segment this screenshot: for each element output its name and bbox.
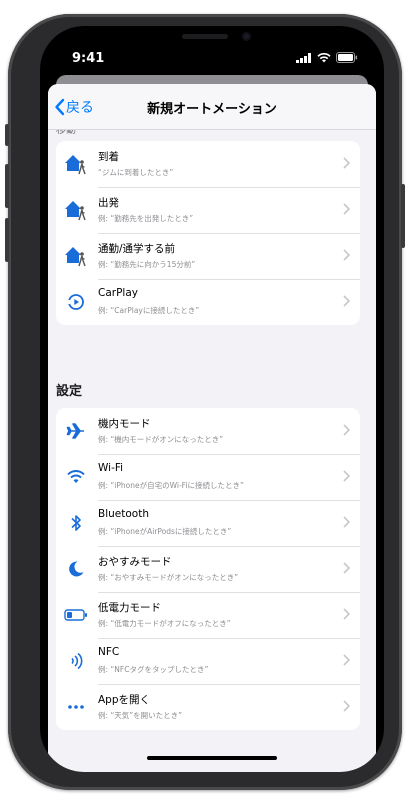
chevron-right-icon xyxy=(343,470,350,482)
item-title: おやすみモード xyxy=(98,556,172,568)
settings-group: 機内モード 例: “機内モードがオンになったとき” Wi-Fi 例: “iPho… xyxy=(56,408,360,730)
item-subtitle: 例: “NFCタグをタップしたとき” xyxy=(98,665,209,674)
item-title: 通勤/通学する前 xyxy=(98,243,176,255)
list-item-do-not-disturb[interactable]: おやすみモード 例: “おやすみモードがオンになったとき” xyxy=(56,546,360,592)
cellular-signal-icon xyxy=(296,52,311,63)
item-title: CarPlay xyxy=(98,287,138,299)
list-item-bluetooth[interactable]: Bluetooth 例: “iPhoneがAirPodsに接続したとき” xyxy=(56,500,360,546)
item-title: 到着 xyxy=(98,151,119,163)
chevron-right-icon xyxy=(343,700,350,712)
item-subtitle: 例: “CarPlayに接続したとき” xyxy=(98,306,200,315)
status-time: 9:41 xyxy=(72,51,105,66)
navigation-bar: 戻る 新規オートメーション xyxy=(48,84,376,130)
item-title: NFC xyxy=(98,646,120,658)
speaker xyxy=(182,34,228,39)
bluetooth-icon xyxy=(64,511,88,535)
item-subtitle: 例: “iPhoneがAirPodsに接続したとき” xyxy=(98,527,232,536)
item-title: Wi-Fi xyxy=(98,462,124,474)
moon-icon xyxy=(64,557,88,581)
item-subtitle: 例: “おやすみモードがオンになったとき” xyxy=(98,573,239,582)
item-title: 低電力モード xyxy=(98,602,161,614)
mute-switch xyxy=(5,124,9,146)
wifi-status-icon xyxy=(317,52,331,62)
list-item-low-power-mode[interactable]: 低電力モード 例: “低電力モードがオフになったとき” xyxy=(56,592,360,638)
modal-sheet: 戻る 新規オートメーション 移動 到着 “ジムに到着したとき” 出発 例: “勤… xyxy=(48,84,376,772)
camera-icon xyxy=(242,32,251,41)
status-icons xyxy=(296,52,358,63)
chevron-right-icon xyxy=(343,562,350,574)
chevron-right-icon xyxy=(343,608,350,620)
travel-group: 到着 “ジムに到着したとき” 出発 例: “勤務先を出発したとき” 通勤/通学す… xyxy=(56,141,360,325)
list-item-airplane-mode[interactable]: 機内モード 例: “機内モードがオンになったとき” xyxy=(56,408,360,454)
more-icon xyxy=(64,695,88,719)
home-person-icon xyxy=(64,244,88,268)
item-subtitle: 例: “iPhoneが自宅のWi-Fiに接続したとき” xyxy=(98,481,244,490)
home-person-icon xyxy=(64,152,88,176)
chevron-right-icon xyxy=(343,157,350,169)
volume-up-button xyxy=(5,164,9,208)
home-person-icon xyxy=(64,198,88,222)
item-subtitle: 例: “天気”を開いたとき” xyxy=(98,711,183,720)
notch xyxy=(130,26,294,54)
item-subtitle: 例: “低電力モードがオフになったとき” xyxy=(98,619,231,628)
wifi-icon xyxy=(64,465,88,489)
section-header-travel: 移動 xyxy=(56,130,76,136)
volume-down-button xyxy=(5,218,9,262)
list-item-depart[interactable]: 出発 例: “勤務先を出発したとき” xyxy=(56,187,360,233)
battery-status-icon xyxy=(336,52,358,63)
list-item-arrive[interactable]: 到着 “ジムに到着したとき” xyxy=(56,141,360,187)
chevron-right-icon xyxy=(343,295,350,307)
item-subtitle: “ジムに到着したとき” xyxy=(98,168,174,177)
chevron-right-icon xyxy=(343,203,350,215)
item-title: Appを開く xyxy=(98,694,151,706)
battery-icon xyxy=(64,603,88,627)
chevron-right-icon xyxy=(343,249,350,261)
chevron-right-icon xyxy=(343,424,350,436)
chevron-right-icon xyxy=(343,654,350,666)
section-header-settings: 設定 xyxy=(56,384,83,399)
nfc-icon xyxy=(64,649,88,673)
list-item-open-app[interactable]: Appを開く 例: “天気”を開いたとき” xyxy=(56,684,360,730)
list-item-before-commute[interactable]: 通勤/通学する前 例: “勤務先に向かう15分前” xyxy=(56,233,360,279)
home-indicator[interactable] xyxy=(147,756,277,760)
chevron-right-icon xyxy=(343,516,350,528)
list-item-wifi[interactable]: Wi-Fi 例: “iPhoneが自宅のWi-Fiに接続したとき” xyxy=(56,454,360,500)
item-subtitle: 例: “勤務先に向かう15分前” xyxy=(98,260,196,269)
item-title: 出発 xyxy=(98,197,119,209)
airplane-icon xyxy=(64,419,88,443)
item-title: 機内モード xyxy=(98,418,151,430)
list-item-nfc[interactable]: NFC 例: “NFCタグをタップしたとき” xyxy=(56,638,360,684)
item-subtitle: 例: “勤務先を出発したとき” xyxy=(98,214,194,223)
page-title: 新規オートメーション xyxy=(147,102,277,117)
item-subtitle: 例: “機内モードがオンになったとき” xyxy=(98,435,224,444)
item-title: Bluetooth xyxy=(98,508,149,520)
screen: 9:41 戻る 新規オートメーション 移動 到着 “ジムに到着したとき” 出発 … xyxy=(40,26,384,772)
side-button xyxy=(401,184,405,248)
carplay-icon xyxy=(64,290,88,314)
list-item-carplay[interactable]: CarPlay 例: “CarPlayに接続したとき” xyxy=(56,279,360,325)
